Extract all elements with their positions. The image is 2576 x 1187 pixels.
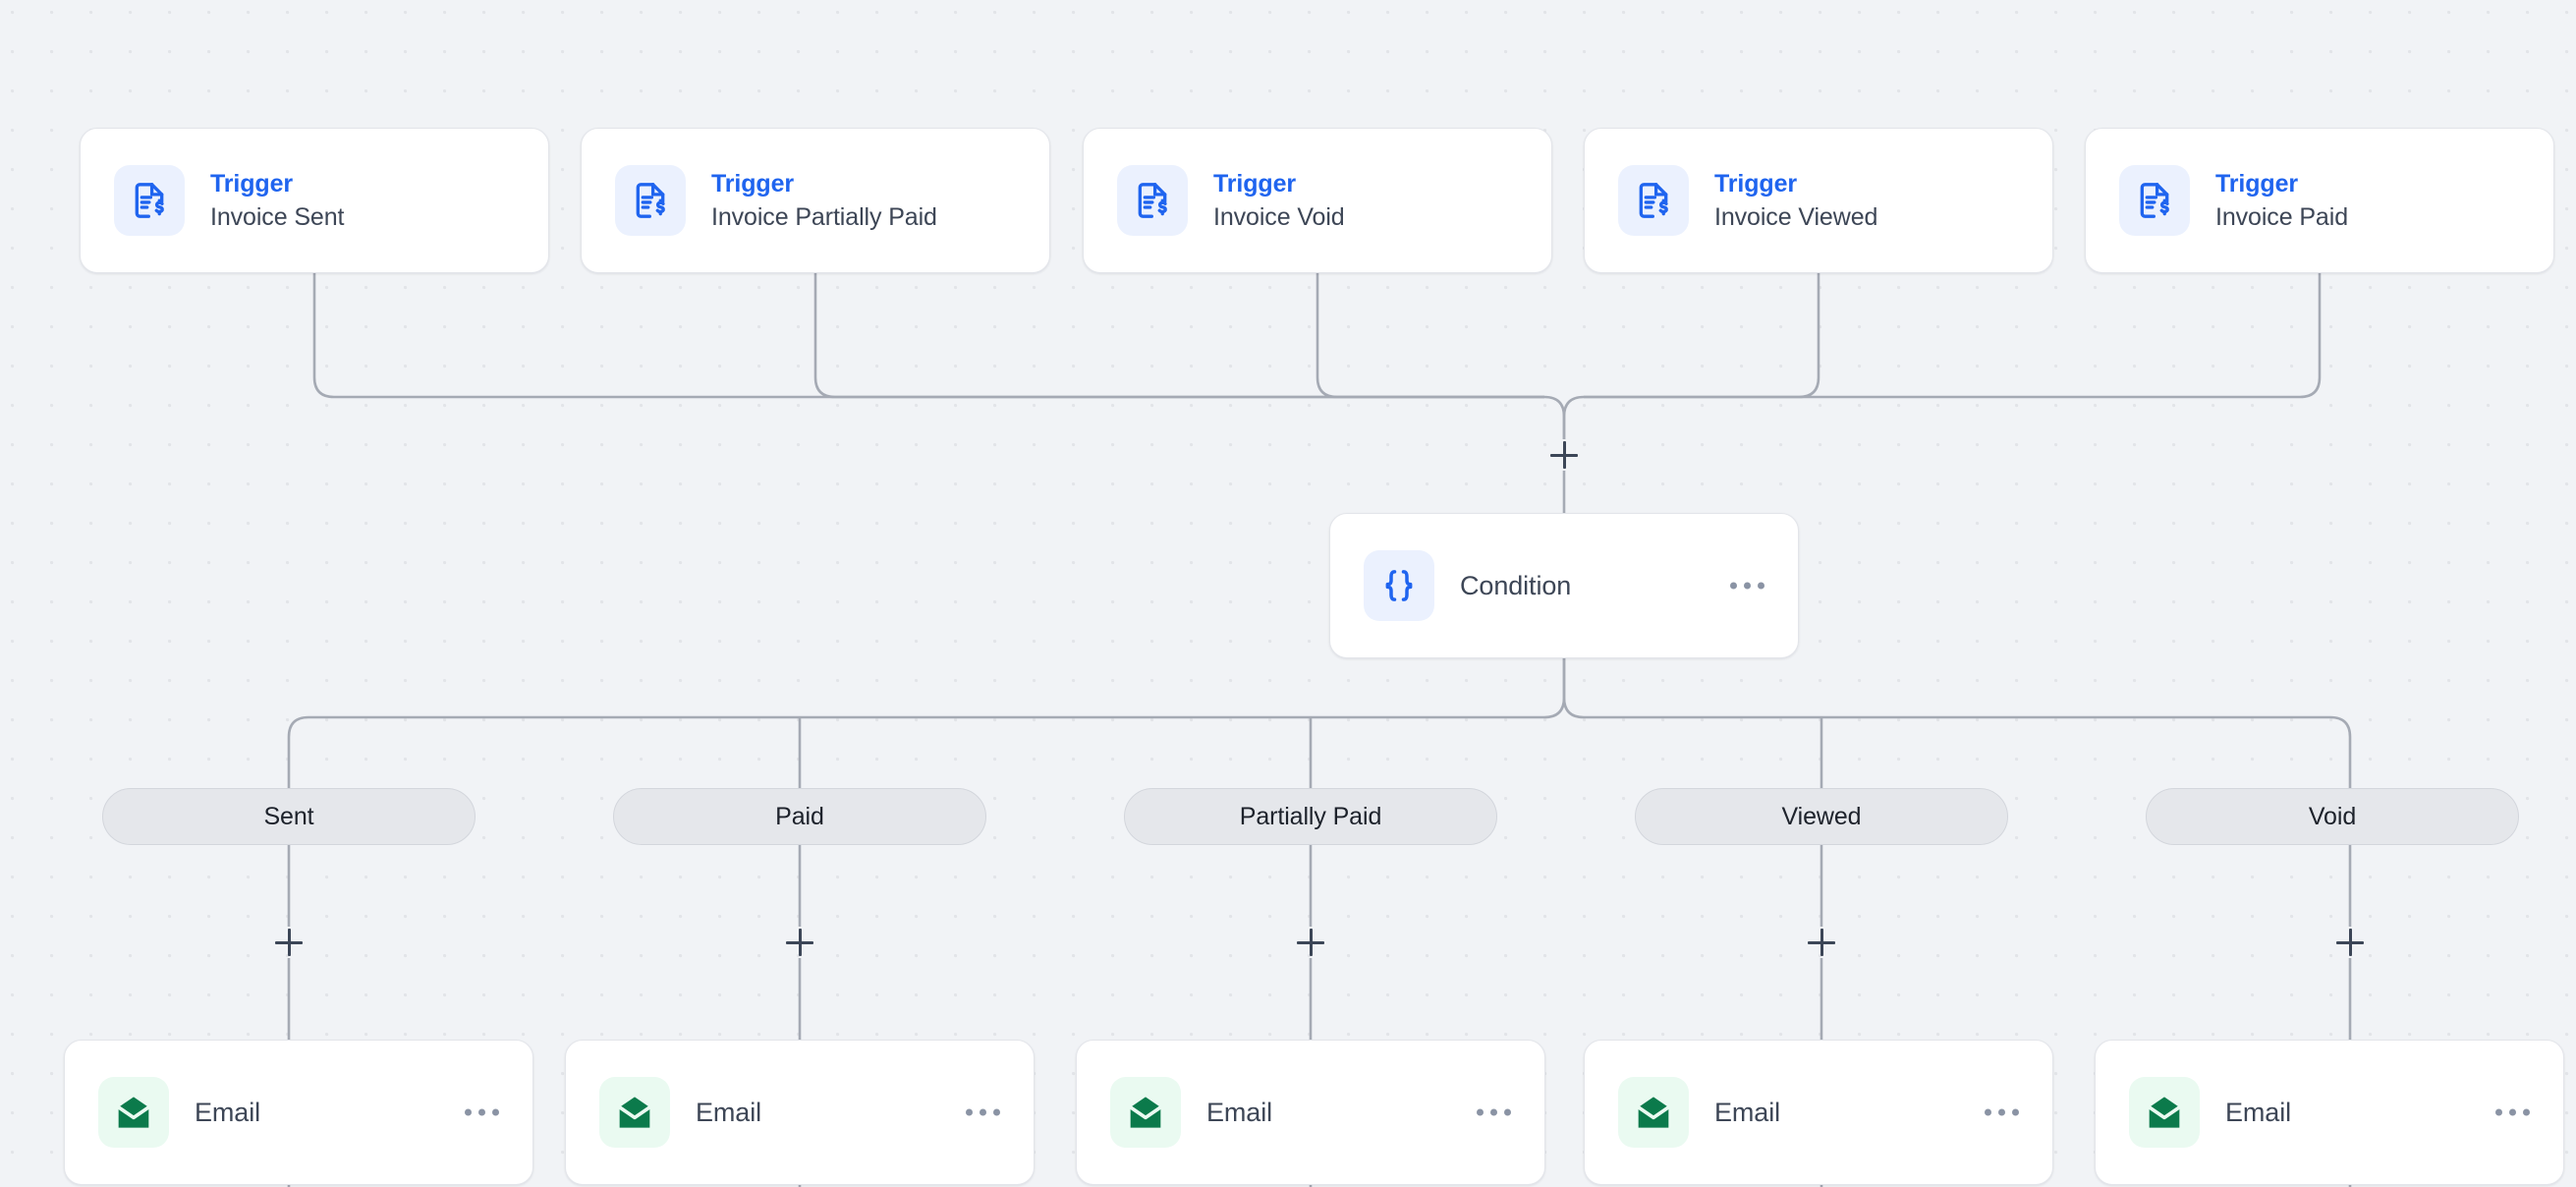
trigger-name-label: Invoice Viewed: [1714, 201, 1877, 233]
more-options-icon[interactable]: [1730, 583, 1764, 590]
workflow-canvas[interactable]: Trigger Invoice Sent Trigger Invoice Par…: [0, 0, 2576, 1187]
more-options-icon[interactable]: [1477, 1109, 1511, 1116]
branch-pill-partially-paid[interactable]: Partially Paid: [1124, 788, 1497, 845]
invoice-dollar-icon: [114, 165, 185, 236]
action-label: Email: [195, 1098, 260, 1128]
add-step-branch-viewed-button[interactable]: [1805, 926, 1838, 959]
envelope-open-icon: [1618, 1077, 1689, 1148]
action-card-email-sent[interactable]: Email: [64, 1040, 533, 1185]
trigger-card-invoice-viewed[interactable]: Trigger Invoice Viewed: [1584, 128, 2053, 273]
branch-label: Paid: [775, 803, 824, 831]
trigger-card-invoice-sent[interactable]: Trigger Invoice Sent: [80, 128, 549, 273]
more-dot: [2012, 1109, 2019, 1116]
envelope-open-icon: [2129, 1077, 2200, 1148]
branch-label: Void: [2309, 803, 2356, 831]
more-dot: [492, 1109, 499, 1116]
more-dot: [993, 1109, 1000, 1116]
branch-pill-paid[interactable]: Paid: [613, 788, 986, 845]
branch-pill-viewed[interactable]: Viewed: [1635, 788, 2008, 845]
more-dot: [980, 1109, 986, 1116]
trigger-kind-label: Trigger: [2215, 168, 2348, 199]
add-step-branch-partially-paid-button[interactable]: [1294, 926, 1327, 959]
invoice-dollar-icon: [2119, 165, 2190, 236]
envelope-open-icon: [98, 1077, 169, 1148]
trigger-card-invoice-partially-paid[interactable]: Trigger Invoice Partially Paid: [581, 128, 1050, 273]
trigger-kind-label: Trigger: [210, 168, 344, 199]
more-dot: [1985, 1109, 1991, 1116]
action-card-email-void[interactable]: Email: [2095, 1040, 2564, 1185]
branch-label: Sent: [263, 803, 313, 831]
branch-label: Viewed: [1782, 803, 1862, 831]
trigger-name-label: Invoice Sent: [210, 201, 344, 233]
more-dot: [966, 1109, 973, 1116]
more-dot: [1730, 583, 1737, 590]
envelope-open-icon: [1110, 1077, 1181, 1148]
more-options-icon[interactable]: [2495, 1109, 2530, 1116]
trigger-kind-label: Trigger: [1714, 168, 1877, 199]
add-step-after-triggers-button[interactable]: [1547, 438, 1581, 472]
action-card-email-viewed[interactable]: Email: [1584, 1040, 2053, 1185]
more-dot: [2509, 1109, 2516, 1116]
branch-pill-void[interactable]: Void: [2146, 788, 2519, 845]
trigger-name-label: Invoice Void: [1213, 201, 1345, 233]
action-label: Email: [1206, 1098, 1272, 1128]
more-dot: [1490, 1109, 1497, 1116]
more-dot: [1744, 583, 1751, 590]
more-dot: [1477, 1109, 1484, 1116]
action-label: Email: [1714, 1098, 1780, 1128]
more-dot: [1504, 1109, 1511, 1116]
more-dot: [2523, 1109, 2530, 1116]
envelope-open-icon: [599, 1077, 670, 1148]
invoice-dollar-icon: [1117, 165, 1188, 236]
trigger-kind-label: Trigger: [711, 168, 937, 199]
invoice-dollar-icon: [1618, 165, 1689, 236]
action-card-email-partially-paid[interactable]: Email: [1076, 1040, 1545, 1185]
more-dot: [1998, 1109, 2005, 1116]
add-step-branch-sent-button[interactable]: [272, 926, 306, 959]
more-dot: [465, 1109, 472, 1116]
action-label: Email: [2225, 1098, 2291, 1128]
more-options-icon[interactable]: [465, 1109, 499, 1116]
trigger-card-invoice-void[interactable]: Trigger Invoice Void: [1083, 128, 1552, 273]
invoice-dollar-icon: [615, 165, 686, 236]
add-step-branch-paid-button[interactable]: [783, 926, 816, 959]
branch-pill-sent[interactable]: Sent: [102, 788, 476, 845]
trigger-kind-label: Trigger: [1213, 168, 1345, 199]
trigger-card-invoice-paid[interactable]: Trigger Invoice Paid: [2085, 128, 2554, 273]
condition-node[interactable]: Condition: [1329, 513, 1799, 658]
more-dot: [1758, 583, 1764, 590]
trigger-name-label: Invoice Paid: [2215, 201, 2348, 233]
action-card-email-paid[interactable]: Email: [565, 1040, 1035, 1185]
more-dot: [2495, 1109, 2502, 1116]
trigger-name-label: Invoice Partially Paid: [711, 201, 937, 233]
more-options-icon[interactable]: [966, 1109, 1000, 1116]
action-label: Email: [696, 1098, 761, 1128]
branch-label: Partially Paid: [1240, 803, 1382, 831]
condition-label: Condition: [1460, 571, 1571, 601]
more-dot: [478, 1109, 485, 1116]
more-options-icon[interactable]: [1985, 1109, 2019, 1116]
curly-braces-icon: [1364, 550, 1434, 621]
add-step-branch-void-button[interactable]: [2333, 926, 2367, 959]
